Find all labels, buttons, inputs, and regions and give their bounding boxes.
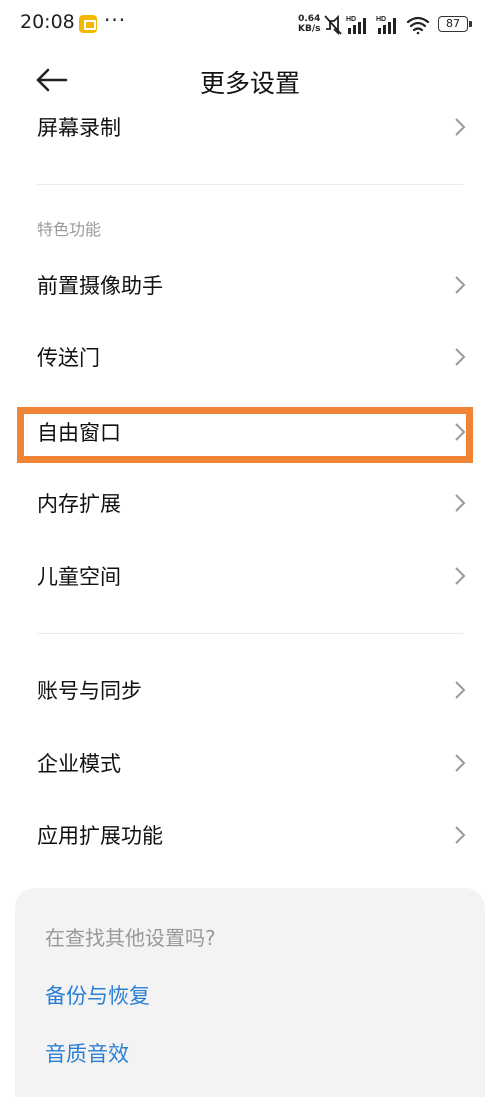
- link-sound-effects[interactable]: 音质音效: [45, 1038, 129, 1068]
- status-icons: HD HD: [324, 13, 434, 41]
- notes-app-icon: [79, 15, 97, 33]
- list-item-label: 自由窗口: [37, 421, 121, 445]
- chevron-right-icon: [455, 423, 466, 441]
- list-item-enterprise-mode[interactable]: 企业模式: [0, 727, 500, 799]
- list-item-front-camera-assistant[interactable]: 前置摄像助手: [0, 249, 500, 321]
- status-time: 20:08: [20, 11, 75, 33]
- network-speed-value: 0.64: [298, 14, 321, 24]
- list-item-label: 应用扩展功能: [37, 824, 163, 848]
- section-divider: [37, 184, 463, 185]
- list-item-app-extensions[interactable]: 应用扩展功能: [0, 799, 500, 871]
- list-item-label: 账号与同步: [37, 679, 142, 703]
- list-item-account-sync[interactable]: 账号与同步: [0, 654, 500, 726]
- signal-icon-1: HD: [346, 16, 366, 34]
- list-item-label: 儿童空间: [37, 565, 121, 589]
- list-item-portal[interactable]: 传送门: [0, 321, 500, 393]
- suggestion-card: 在查找其他设置吗? 备份与恢复 音质音效: [15, 888, 485, 1097]
- chevron-right-icon: [455, 681, 466, 699]
- chevron-right-icon: [455, 567, 466, 585]
- suggestion-card-title: 在查找其他设置吗?: [45, 926, 216, 950]
- section-header-features: 特色功能: [37, 220, 102, 239]
- chevron-right-icon: [455, 276, 466, 294]
- hd-label-2: HD: [376, 16, 386, 23]
- section-divider: [37, 633, 463, 634]
- list-item-memory-extension[interactable]: 内存扩展: [0, 467, 500, 539]
- list-item-label: 内存扩展: [37, 492, 121, 516]
- list-item-label: 前置摄像助手: [37, 274, 163, 298]
- signal-icon-2: HD: [376, 16, 396, 34]
- list-item-label: 传送门: [37, 346, 100, 370]
- chevron-right-icon: [455, 494, 466, 512]
- list-item-free-window[interactable]: 自由窗口: [0, 396, 500, 468]
- chevron-right-icon: [455, 118, 466, 136]
- mute-icon: [324, 14, 342, 36]
- chevron-right-icon: [455, 754, 466, 772]
- list-item-label: 屏幕录制: [37, 116, 121, 140]
- hd-label-1: HD: [346, 16, 356, 23]
- list-item-label: 企业模式: [37, 752, 121, 776]
- network-speed-unit: KB/s: [298, 24, 321, 34]
- list-item-kids-space[interactable]: 儿童空间: [0, 540, 500, 612]
- link-backup-restore[interactable]: 备份与恢复: [45, 980, 150, 1010]
- chevron-right-icon: [455, 348, 466, 366]
- wifi-icon: [406, 16, 430, 35]
- network-speed: 0.64 KB/s: [298, 14, 320, 34]
- status-bar: 20:08 ··· 0.64 KB/s HD HD 87: [0, 0, 500, 48]
- list-item-screen-recording[interactable]: 屏幕录制: [0, 91, 500, 163]
- chevron-right-icon: [455, 826, 466, 844]
- battery-icon: 87: [438, 16, 472, 32]
- more-notifications-icon: ···: [104, 8, 127, 32]
